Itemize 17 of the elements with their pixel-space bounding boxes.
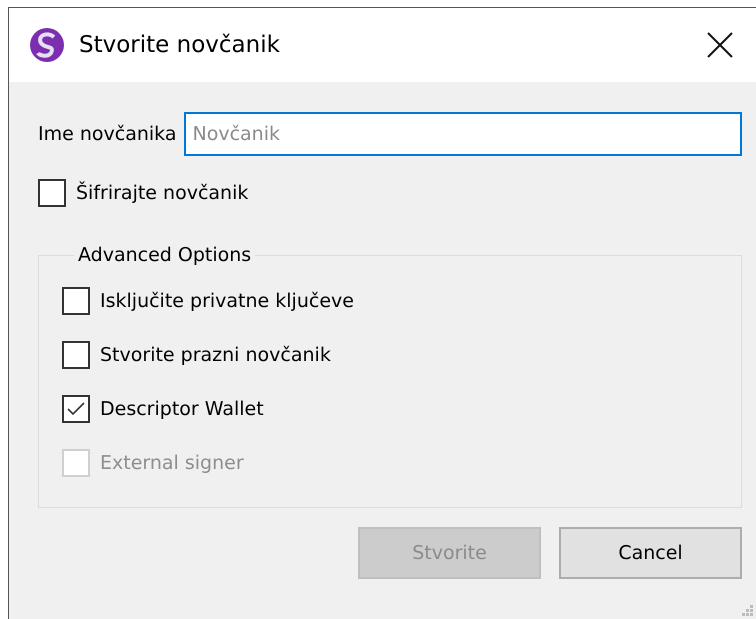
app-logo-icon [29, 27, 65, 63]
close-icon [707, 32, 733, 58]
checkbox-row[interactable]: Isključite privatne ključeve [62, 274, 741, 328]
window-title: Stvorite novčanik [79, 32, 281, 58]
wallet-name-field[interactable]: Novčanik [184, 112, 742, 156]
checkbox[interactable] [62, 341, 90, 369]
check-icon [66, 401, 86, 417]
checkbox[interactable] [38, 179, 66, 207]
dialog-button[interactable]: Cancel [559, 527, 742, 579]
checkbox-row[interactable]: Šifrirajte novčanik [38, 166, 742, 220]
field-label: Ime novčanika [38, 123, 176, 145]
checkbox-row[interactable]: Stvorite prazni novčanik [62, 328, 741, 382]
resize-grip-icon[interactable] [742, 605, 754, 617]
group-title: Advanced Options [77, 244, 252, 266]
checkbox-row[interactable]: Descriptor Wallet [62, 382, 741, 436]
checkbox[interactable] [62, 287, 90, 315]
checkbox[interactable] [62, 395, 90, 423]
